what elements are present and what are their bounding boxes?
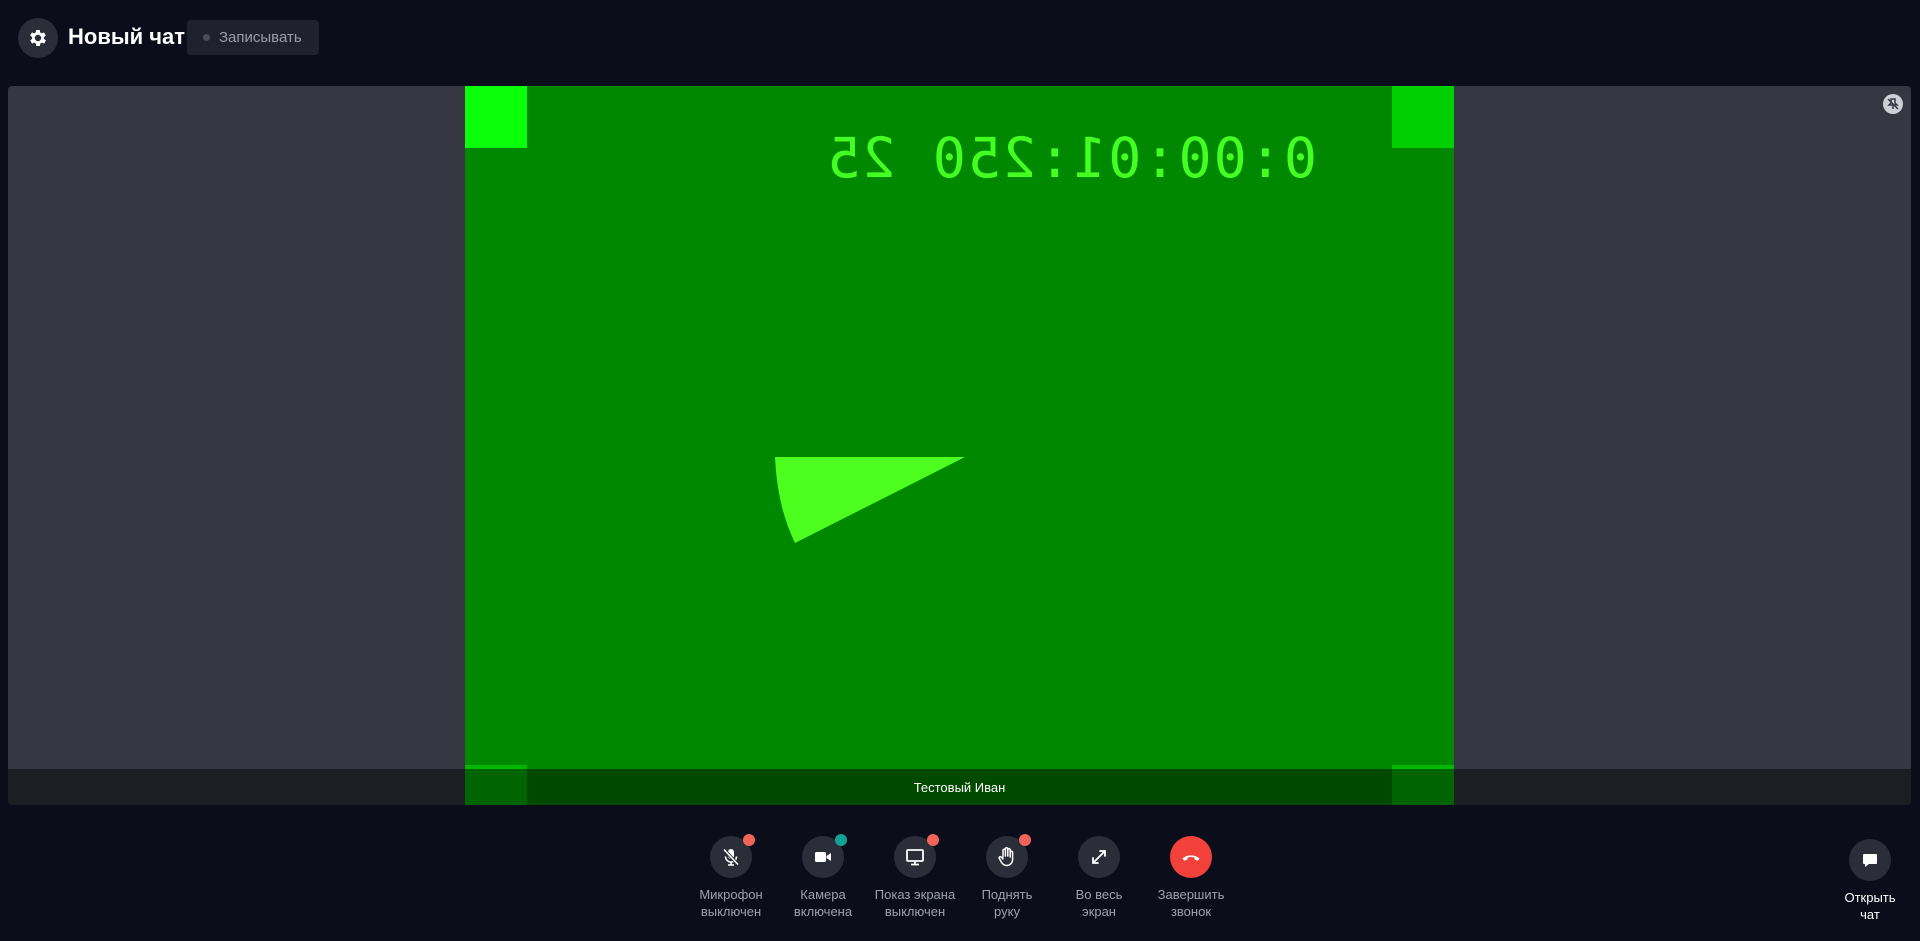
expand-icon bbox=[1092, 850, 1106, 864]
participant-video[interactable]: 0:00:01:250 25 bbox=[465, 86, 1454, 805]
camera-label-line2: включена bbox=[793, 904, 853, 919]
status-badge bbox=[743, 834, 755, 846]
mic-label-line1: Микрофон bbox=[699, 887, 763, 902]
raise-hand-button-circle bbox=[986, 834, 1031, 878]
fullscreen-label-line1: Во весь bbox=[1075, 887, 1123, 902]
participant-name-bar: Тестовый Иван bbox=[8, 769, 1911, 805]
status-badge bbox=[835, 834, 847, 846]
raise-hand-label-line1: Поднять bbox=[981, 887, 1033, 902]
screen-share-label-line2: выключен bbox=[884, 904, 946, 919]
open-chat-label-line2: чат bbox=[1860, 907, 1880, 922]
end-call-label: Завершить звонок bbox=[1158, 886, 1225, 920]
record-dot-icon bbox=[203, 34, 210, 41]
raise-hand-label-line2: руку bbox=[994, 904, 1020, 919]
mic-toggle-button[interactable]: Микрофон выключен bbox=[685, 834, 777, 926]
hangup-icon bbox=[1182, 855, 1200, 861]
participant-name: Тестовый Иван bbox=[913, 779, 1006, 795]
open-chat-button-circle bbox=[1849, 839, 1891, 881]
camera-toggle-button[interactable]: Камера включена bbox=[777, 834, 869, 926]
mic-label-line2: выключен bbox=[700, 904, 762, 919]
end-call-label-line1: Завершить bbox=[1157, 887, 1225, 902]
open-chat-button[interactable]: Открыть чат bbox=[1841, 839, 1899, 923]
record-label: Записывать bbox=[219, 29, 302, 46]
settings-button[interactable] bbox=[18, 18, 58, 58]
test-pattern-wedge bbox=[775, 457, 965, 543]
page-title: Новый чат bbox=[68, 24, 186, 49]
open-chat-label: Открыть чат bbox=[1844, 889, 1895, 923]
mic-off-icon bbox=[722, 848, 740, 866]
hand-icon bbox=[998, 847, 1014, 867]
screen-share-label-line1: Показ экрана bbox=[874, 887, 956, 902]
fullscreen-button-circle bbox=[1078, 836, 1120, 878]
camera-label: Камера включена bbox=[794, 886, 852, 920]
open-chat-label-line1: Открыть bbox=[1844, 890, 1896, 905]
record-button[interactable]: Записывать bbox=[187, 20, 319, 55]
call-controls: Микрофон выключен Камера включена Показ … bbox=[685, 834, 1237, 926]
pin-off-icon[interactable] bbox=[1883, 94, 1903, 114]
fullscreen-label-line2: экран bbox=[1082, 904, 1116, 919]
end-call-button-circle bbox=[1170, 836, 1212, 878]
mic-label: Микрофон выключен bbox=[699, 886, 762, 920]
screen-share-button[interactable]: Показ экрана выключен bbox=[869, 834, 961, 926]
monitor-icon bbox=[906, 849, 924, 866]
camera-label-line1: Камера bbox=[800, 887, 846, 902]
camera-icon bbox=[815, 852, 831, 862]
camera-button-circle bbox=[802, 834, 847, 878]
screen-share-button-circle bbox=[894, 834, 939, 878]
video-stage: 0:00:01:250 25 Тестовый Иван bbox=[8, 86, 1911, 805]
end-call-label-line2: звонок bbox=[1170, 904, 1212, 919]
gear-icon bbox=[30, 30, 46, 46]
chat-bubble-icon bbox=[1863, 854, 1877, 867]
mic-button-circle bbox=[710, 834, 755, 878]
fullscreen-button[interactable]: Во весь экран bbox=[1053, 836, 1145, 926]
status-badge bbox=[927, 834, 939, 846]
end-call-button[interactable]: Завершить звонок bbox=[1145, 836, 1237, 926]
fullscreen-label: Во весь экран bbox=[1076, 886, 1123, 920]
status-badge bbox=[1019, 834, 1031, 846]
raise-hand-label: Поднять руку bbox=[982, 886, 1033, 920]
top-bar: Новый чат Записывать bbox=[0, 0, 1920, 76]
raise-hand-button[interactable]: Поднять руку bbox=[961, 834, 1053, 926]
screen-share-label: Показ экрана выключен bbox=[875, 886, 955, 920]
